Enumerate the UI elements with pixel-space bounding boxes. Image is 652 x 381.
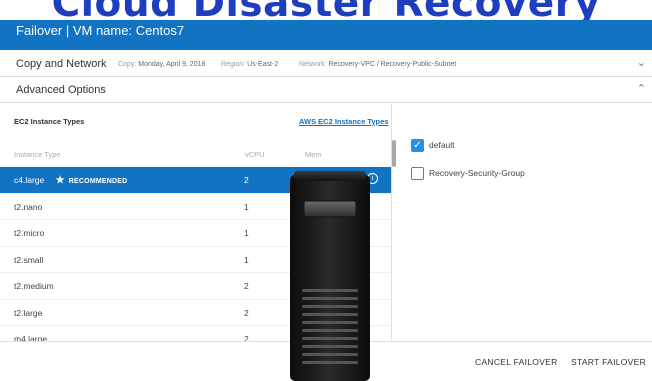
aws-ec2-instance-types-link[interactable]: AWS EC2 Instance Types — [299, 117, 388, 126]
vcpu-cell: 1 — [244, 254, 249, 265]
advanced-options-label: Advanced Options — [16, 84, 106, 96]
checkbox-checked-icon[interactable]: ✓ — [411, 139, 424, 152]
column-header-mem[interactable]: Mem — [305, 150, 322, 159]
vcpu-cell: 1 — [244, 201, 249, 212]
chevron-down-icon[interactable]: ⌄ — [637, 56, 646, 69]
instance-type-cell: m4.large — [14, 334, 48, 341]
copy-network-section[interactable]: Copy and Network Copy: Monday, April 9, … — [0, 52, 652, 77]
region-meta: Region: Us-East-2 — [221, 61, 279, 68]
instance-type-cell: t2.large — [14, 307, 43, 318]
security-group-label: Recovery-Security-Group — [429, 168, 525, 178]
table-scrollbar[interactable] — [392, 140, 396, 167]
instance-type-cell: t2.nano — [14, 201, 43, 212]
instance-type-cell: t2.small — [14, 254, 44, 265]
column-header-instance-type[interactable]: Instance Type — [14, 150, 61, 159]
vcpu-cell: 2 — [244, 281, 249, 291]
chevron-up-icon[interactable]: ⌃ — [637, 82, 646, 95]
server-tower-icon — [290, 171, 370, 381]
page: Cloud Disaster Recovery Failover | VM na… — [0, 0, 652, 381]
copy-network-label: Copy and Network — [16, 58, 107, 70]
copy-meta: Copy: Monday, April 9, 2018 — [118, 61, 206, 68]
column-header-vcpu[interactable]: vCPU — [245, 150, 265, 159]
recommended-badge: ★ RECOMMENDED — [55, 175, 128, 186]
vcpu-cell: 2 — [244, 307, 249, 318]
checkbox-unchecked-icon[interactable] — [411, 167, 424, 180]
star-icon: ★ — [55, 175, 65, 186]
cancel-failover-button[interactable]: CANCEL FAILOVER — [475, 357, 558, 367]
security-group-label: default — [429, 140, 455, 150]
banner: Cloud Disaster Recovery — [0, 0, 652, 20]
network-meta: Network: Recovery-VPC / Recovery-Public-… — [299, 61, 457, 68]
ec2-instance-types-title: EC2 Instance Types — [14, 117, 85, 126]
instance-type-cell: c4.large ★ RECOMMENDED — [14, 175, 128, 186]
start-failover-button[interactable]: START FAILOVER — [571, 357, 646, 367]
vcpu-cell: 1 — [244, 228, 249, 238]
security-groups-pane: ✓ default Recovery-Security-Group — [397, 104, 652, 341]
banner-title: Cloud Disaster Recovery — [0, 0, 652, 20]
dialog-title: Failover | VM name: Centos7 — [16, 23, 185, 38]
vcpu-cell: 2 — [244, 334, 249, 341]
advanced-options-section[interactable]: Advanced Options ⌃ — [0, 78, 652, 103]
dialog-header: Failover | VM name: Centos7 — [0, 20, 652, 50]
instance-type-cell: t2.medium — [14, 281, 54, 291]
instance-type-cell: t2.micro — [14, 228, 45, 238]
vcpu-cell: 2 — [244, 175, 249, 185]
